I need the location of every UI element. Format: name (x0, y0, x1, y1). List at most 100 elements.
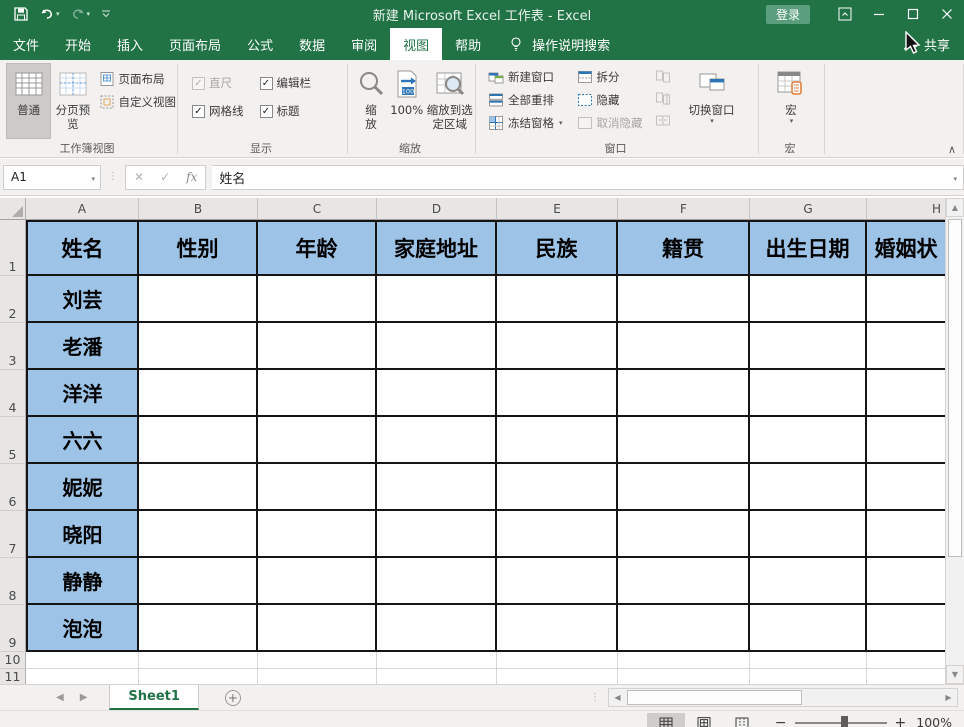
redo-dropdown-caret[interactable]: ▾ (87, 10, 91, 18)
tab-view[interactable]: 视图 (390, 28, 442, 60)
tab-home[interactable]: 开始 (52, 28, 104, 60)
save-button[interactable] (10, 4, 32, 24)
cell-d9[interactable] (377, 605, 497, 652)
cell-f5[interactable] (618, 417, 750, 464)
cell-b5[interactable] (139, 417, 258, 464)
cell-c6[interactable] (258, 464, 377, 511)
undo-dropdown-caret[interactable]: ▾ (56, 10, 60, 18)
tab-data[interactable]: 数据 (286, 28, 338, 60)
insert-function-button[interactable]: fx (186, 170, 197, 184)
column-header-g[interactable]: G (750, 198, 867, 220)
cell-a5[interactable]: 六六 (26, 417, 139, 464)
cell-d2[interactable] (377, 276, 497, 323)
gridlines-checkbox[interactable]: ✓ 网格线 (192, 103, 244, 119)
cell-e3[interactable] (497, 323, 618, 370)
column-header-c[interactable]: C (258, 198, 377, 220)
cell-d11[interactable] (377, 669, 497, 684)
cell-a2[interactable]: 刘芸 (26, 276, 139, 323)
cell-b4[interactable] (139, 370, 258, 417)
cell-d4[interactable] (377, 370, 497, 417)
column-header-f[interactable]: F (618, 198, 750, 220)
cell-a6[interactable]: 妮妮 (26, 464, 139, 511)
cell-c1[interactable]: 年龄 (258, 220, 377, 276)
sheet-nav-prev-icon[interactable]: ◀ (48, 685, 72, 710)
custom-views-button[interactable]: 自定义视图 (99, 94, 177, 110)
scroll-left-button[interactable]: ◀ (609, 689, 626, 706)
cell-f1[interactable]: 籍贯 (618, 220, 750, 276)
tab-file[interactable]: 文件 (0, 28, 52, 60)
tab-page-layout[interactable]: 页面布局 (156, 28, 234, 60)
sign-in-button[interactable]: 登录 (766, 5, 810, 24)
column-header-d[interactable]: D (377, 198, 497, 220)
cell-g11[interactable] (750, 669, 867, 684)
tab-help[interactable]: 帮助 (442, 28, 494, 60)
cell-h5[interactable] (867, 417, 945, 464)
cell-b2[interactable] (139, 276, 258, 323)
sheet-nav-next-icon[interactable]: ▶ (72, 685, 96, 710)
cell-c11[interactable] (258, 669, 377, 684)
zoom-slider[interactable] (795, 722, 887, 724)
row-header-1[interactable]: 1 (0, 220, 26, 276)
cell-b3[interactable] (139, 323, 258, 370)
zoom-button[interactable]: 缩放 (354, 63, 388, 139)
cell-c3[interactable] (258, 323, 377, 370)
freeze-panes-button[interactable]: 冻结窗格 ▾ (488, 115, 563, 131)
cell-b1[interactable]: 性别 (139, 220, 258, 276)
cell-f4[interactable] (618, 370, 750, 417)
tab-formulas[interactable]: 公式 (234, 28, 286, 60)
cell-f10[interactable] (618, 652, 750, 669)
cell-d6[interactable] (377, 464, 497, 511)
normal-view-status-button[interactable] (647, 713, 685, 727)
cell-h7[interactable] (867, 511, 945, 558)
cell-d3[interactable] (377, 323, 497, 370)
cell-c10[interactable] (258, 652, 377, 669)
cell-f11[interactable] (618, 669, 750, 684)
tab-scrollbar-splitter[interactable]: ⋮ (590, 685, 600, 710)
customize-qat-button[interactable] (97, 6, 115, 22)
cell-g2[interactable] (750, 276, 867, 323)
formula-bar-checkbox[interactable]: ✓ 编辑栏 (260, 75, 312, 91)
cell-e11[interactable] (497, 669, 618, 684)
cell-d1[interactable]: 家庭地址 (377, 220, 497, 276)
page-break-preview-status-button[interactable] (723, 713, 761, 727)
cell-c5[interactable] (258, 417, 377, 464)
cell-g7[interactable] (750, 511, 867, 558)
view-side-by-side-icon[interactable] (655, 69, 671, 85)
cell-h9[interactable] (867, 605, 945, 652)
cell-e9[interactable] (497, 605, 618, 652)
close-button[interactable] (930, 0, 964, 28)
column-header-e[interactable]: E (497, 198, 618, 220)
formula-bar-splitter[interactable]: ⋮ (108, 174, 118, 180)
cell-d8[interactable] (377, 558, 497, 605)
switch-windows-button[interactable]: 切换窗口 ▾ (683, 63, 741, 139)
scroll-up-button[interactable]: ▲ (946, 198, 964, 217)
cell-d7[interactable] (377, 511, 497, 558)
cell-a11[interactable] (26, 669, 139, 684)
tab-review[interactable]: 审阅 (338, 28, 390, 60)
cell-e6[interactable] (497, 464, 618, 511)
cell-b6[interactable] (139, 464, 258, 511)
cell-c9[interactable] (258, 605, 377, 652)
zoom-level[interactable]: 100% (916, 715, 952, 727)
cell-a9[interactable]: 泡泡 (26, 605, 139, 652)
zoom-in-button[interactable]: + (895, 715, 907, 727)
formula-bar-expand-icon[interactable]: ▾ (953, 175, 957, 183)
ribbon-display-options-button[interactable] (828, 0, 862, 28)
row-header-11[interactable]: 11 (0, 669, 26, 684)
zoom-out-button[interactable]: − (775, 715, 787, 727)
name-box-caret-icon[interactable]: ▾ (91, 175, 95, 183)
cell-f6[interactable] (618, 464, 750, 511)
maximize-button[interactable] (896, 0, 930, 28)
cell-a7[interactable]: 晓阳 (26, 511, 139, 558)
cell-e2[interactable] (497, 276, 618, 323)
cancel-entry-button[interactable]: ✕ (134, 170, 144, 184)
column-header-h[interactable]: H (867, 198, 945, 220)
cell-g10[interactable] (750, 652, 867, 669)
cell-e8[interactable] (497, 558, 618, 605)
row-header-4[interactable]: 4 (0, 370, 26, 417)
name-box[interactable]: A1 ▾ (3, 165, 101, 190)
arrange-all-button[interactable]: 全部重排 (488, 92, 563, 108)
row-header-3[interactable]: 3 (0, 323, 26, 370)
cell-h11[interactable] (867, 669, 945, 684)
sheet-tab-sheet1[interactable]: Sheet1 (109, 685, 199, 710)
